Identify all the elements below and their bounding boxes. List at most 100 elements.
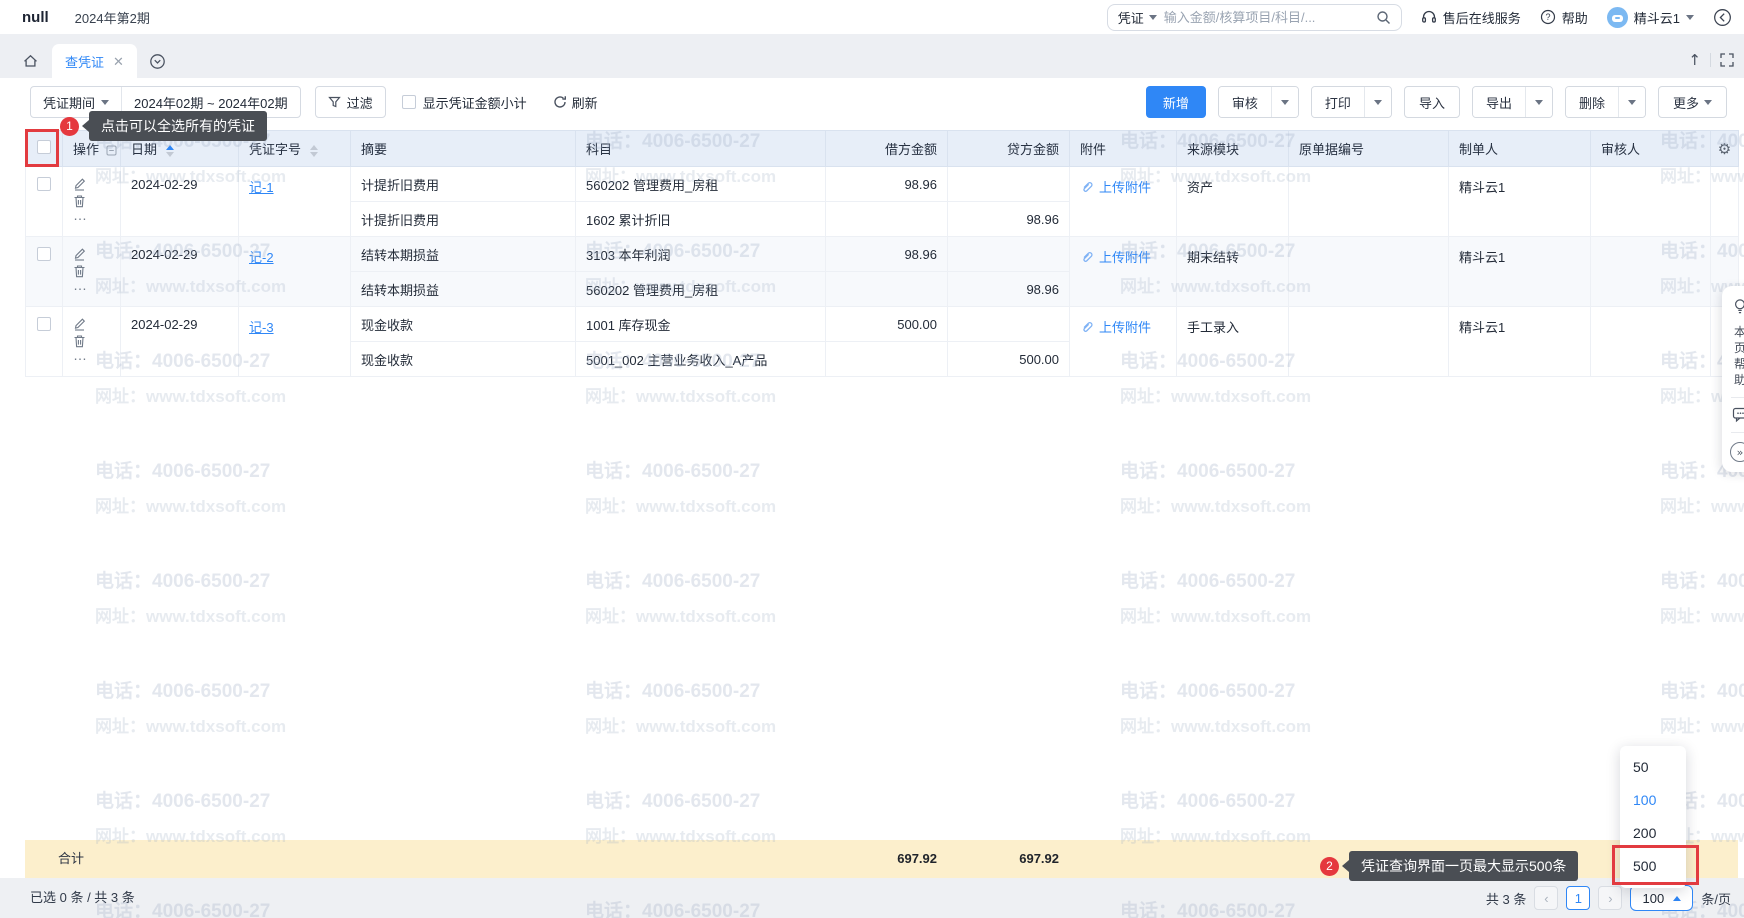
print-dropdown-button[interactable] [1364,87,1391,117]
delete-icon[interactable] [73,194,86,208]
col-date-label: 日期 [131,142,157,157]
line-credit [948,237,1070,272]
line-debit [826,342,948,377]
import-button[interactable]: 导入 [1404,86,1460,118]
sort-icons[interactable] [310,145,318,157]
global-search-input[interactable] [1164,10,1369,25]
gear-column-cell [1711,167,1739,237]
filter-label: 过滤 [347,93,373,112]
voucher-orig-no [1289,237,1449,307]
collapse-panel-icon[interactable]: » [1730,442,1744,462]
more-actions-icon[interactable]: … [73,281,88,289]
line-summary: 结转本期损益 [351,237,576,272]
divider [1731,432,1744,433]
more-actions-icon[interactable]: … [73,211,88,219]
prev-page-button[interactable]: ‹ [1534,886,1558,910]
row-checkbox[interactable] [37,317,51,331]
global-search[interactable]: 凭证 [1107,4,1402,31]
tab-view-voucher[interactable]: 查凭证 ✕ [52,44,137,78]
upload-attachment-link[interactable]: 上传附件 [1080,177,1151,196]
delete-button[interactable]: 删除 [1566,87,1618,117]
avatar [1607,7,1628,28]
line-debit [826,202,948,237]
delete-icon[interactable] [73,264,86,278]
page-size-value: 100 [1643,891,1665,906]
delete-icon[interactable] [73,334,86,348]
pin-column-icon[interactable] [106,145,117,156]
current-page-button[interactable]: 1 [1566,886,1590,910]
voucher-number-link[interactable]: 记-2 [249,250,274,265]
collapse-topbar-icon[interactable] [1713,8,1732,27]
topbar: null 2024年第2期 凭证 售后在线服务 ? 帮助 [0,0,1744,34]
lightbulb-icon[interactable] [1732,298,1744,315]
audit-dropdown-button[interactable] [1271,87,1298,117]
audit-button[interactable]: 审核 [1219,87,1271,117]
filter-button[interactable]: 过滤 [315,86,386,118]
voucher-table: 操作 日期 凭证字号 摘要 科目 借方金额 贷方金额 附件 [25,130,1739,377]
chevron-down-icon [1374,100,1382,105]
col-account: 科目 [576,131,826,167]
row-checkbox[interactable] [37,177,51,191]
edit-icon[interactable] [73,317,86,331]
upload-attachment-link[interactable]: 上传附件 [1080,247,1151,266]
row-operations-cell: … [63,307,121,377]
side-help-panel: 本页帮助 » [1722,286,1744,472]
divider [1731,397,1744,398]
voucher-line-row: …2024-02-29记-1计提折旧费用560202 管理费用_房租98.96上… [26,167,1739,202]
upload-attachment-link[interactable]: 上传附件 [1080,317,1151,336]
tooltip-text: 点击可以全选所有的凭证 [89,111,267,141]
col-credit: 贷方金额 [948,131,1070,167]
add-voucher-button[interactable]: 新增 [1146,86,1206,118]
row-select-cell [26,307,63,377]
delete-button-group: 删除 [1565,86,1646,118]
line-summary: 计提折旧费用 [351,202,576,237]
annotation-badge-2: 2 [1320,857,1339,876]
next-page-button[interactable]: › [1598,886,1622,910]
line-account: 1602 累计折旧 [576,202,826,237]
voucher-number-link[interactable]: 记-1 [249,180,274,195]
chevron-down-icon [1704,100,1712,105]
sort-icons[interactable] [166,145,174,157]
fullscreen-icon[interactable] [1720,53,1734,67]
page-size-option-50[interactable]: 50 [1620,751,1686,784]
after-sales-service[interactable]: 售后在线服务 [1421,8,1521,27]
page-help-label[interactable]: 本页帮助 [1733,324,1744,388]
export-button[interactable]: 导出 [1473,87,1525,117]
voucher-creator: 精斗云1 [1449,237,1591,307]
voucher-line-row: …2024-02-29记-3现金收款1001 库存现金500.00上传附件手工录… [26,307,1739,342]
more-button[interactable]: 更多 [1658,86,1727,118]
page-size-select[interactable]: 100 [1630,885,1693,911]
chevron-down-icon [1535,100,1543,105]
line-debit: 98.96 [826,237,948,272]
row-checkbox[interactable] [37,247,51,261]
feedback-chat-icon[interactable] [1732,407,1744,423]
voucher-number-link[interactable]: 记-3 [249,320,274,335]
scroll-top-icon[interactable]: ↑ [1688,51,1701,69]
help-button[interactable]: ? 帮助 [1540,8,1588,27]
show-subtotal-checkbox[interactable]: 显示凭证金额小计 [402,93,527,112]
user-menu[interactable]: 精斗云1 [1607,7,1694,28]
tab-close-icon[interactable]: ✕ [113,55,124,68]
recent-tabs-button[interactable] [149,53,166,70]
divider [1710,53,1711,67]
export-dropdown-button[interactable] [1525,87,1552,117]
row-select-cell [26,167,63,237]
checkbox[interactable] [402,95,416,109]
audit-button-group: 审核 [1218,86,1299,118]
search-icon[interactable] [1376,10,1391,25]
column-settings-gear-icon[interactable]: ⚙ [1711,131,1739,167]
search-category-dropdown[interactable]: 凭证 [1118,8,1157,27]
refresh-button[interactable]: 刷新 [553,93,598,112]
page-size-option-100[interactable]: 100 [1620,784,1686,817]
row-operations-cell: … [63,167,121,237]
col-creator: 制单人 [1449,131,1591,167]
chevron-down-icon [101,100,109,105]
annotation-badge-1: 1 [60,117,79,136]
print-button[interactable]: 打印 [1312,87,1364,117]
delete-dropdown-button[interactable] [1618,87,1645,117]
export-button-group: 导出 [1472,86,1553,118]
more-actions-icon[interactable]: … [73,351,88,359]
home-tab-button[interactable] [14,44,46,78]
edit-icon[interactable] [73,177,86,191]
edit-icon[interactable] [73,247,86,261]
